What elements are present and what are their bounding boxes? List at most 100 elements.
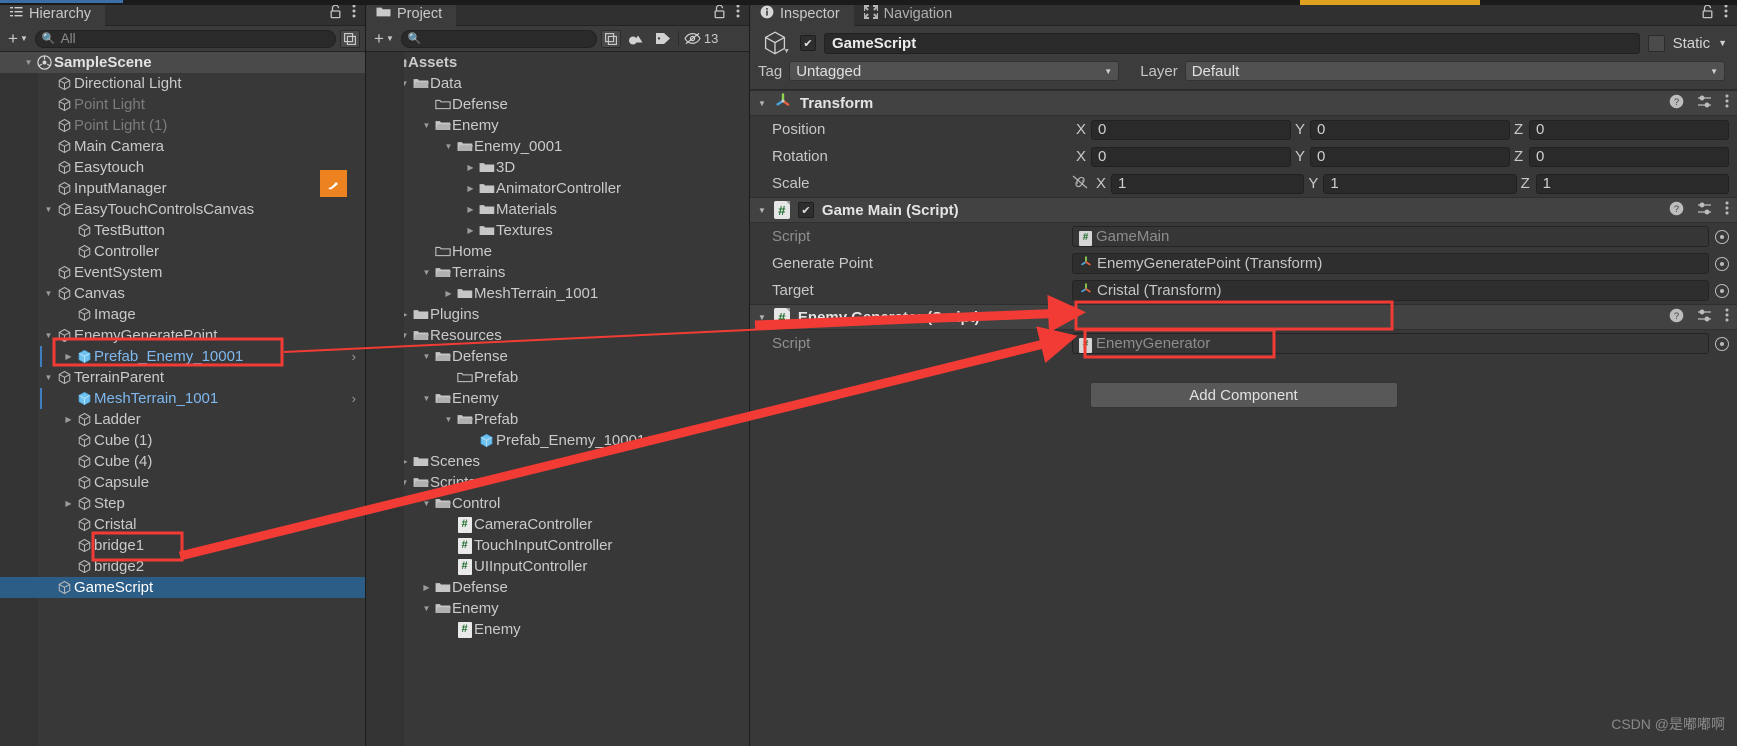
vector3-field[interactable]: X0Y0Z0 bbox=[1072, 119, 1729, 140]
project-item-scripts[interactable]: ▼ Scripts bbox=[366, 472, 749, 493]
help-icon[interactable]: ? bbox=[1669, 308, 1684, 327]
tag-dropdown[interactable]: Untagged ▼ bbox=[789, 61, 1120, 81]
lock-icon[interactable] bbox=[329, 4, 342, 22]
project-item-cameracontroller[interactable]: # CameraController bbox=[366, 514, 749, 535]
object-picker-icon[interactable] bbox=[1715, 283, 1729, 298]
help-icon[interactable]: ? bbox=[1669, 94, 1684, 113]
expand-arrow-icon[interactable]: ▼ bbox=[42, 331, 55, 340]
project-item-animatorcontroller[interactable]: ▶ AnimatorController bbox=[366, 178, 749, 199]
project-filter-label-button[interactable] bbox=[652, 30, 674, 48]
expand-arrow-icon[interactable]: ▶ bbox=[442, 289, 455, 298]
hierarchy-item-samplescene[interactable]: ▼ SampleScene bbox=[0, 52, 365, 73]
project-item-control[interactable]: ▼ Control bbox=[366, 493, 749, 514]
object-reference-field[interactable]: # GameMain bbox=[1072, 226, 1709, 247]
y-input[interactable]: 0 bbox=[1310, 146, 1510, 167]
expand-arrow-icon[interactable]: ▶ bbox=[464, 205, 477, 214]
hierarchy-item-image[interactable]: Image bbox=[0, 304, 365, 325]
tab-inspector[interactable]: Inspector bbox=[750, 2, 854, 26]
inspector-menu-icon[interactable] bbox=[1724, 4, 1728, 21]
project-item-enemy[interactable]: ▼ Enemy bbox=[366, 115, 749, 136]
x-input[interactable]: 1 bbox=[1111, 173, 1305, 194]
component-enabled-checkbox[interactable] bbox=[797, 202, 814, 218]
tab-project[interactable]: Project bbox=[366, 2, 457, 26]
hierarchy-item-main-camera[interactable]: Main Camera bbox=[0, 136, 365, 157]
component-menu-icon[interactable] bbox=[1725, 201, 1729, 219]
project-item-scenes[interactable]: ▶ Scenes bbox=[366, 451, 749, 472]
vector3-field[interactable]: X1Y1Z1 bbox=[1092, 173, 1729, 194]
expand-arrow-icon[interactable]: ▼ bbox=[22, 58, 35, 67]
expand-arrow-icon[interactable]: ▼ bbox=[420, 268, 433, 277]
hierarchy-item-cristal[interactable]: Cristal bbox=[0, 514, 365, 535]
collapse-arrow-icon[interactable]: ▼ bbox=[758, 313, 766, 322]
hierarchy-item-easytouchcontrolscanvas[interactable]: ▼ EasyTouchControlsCanvas bbox=[0, 199, 365, 220]
preset-icon[interactable] bbox=[1697, 308, 1712, 327]
constrain-proportions-off-icon[interactable] bbox=[1072, 175, 1088, 193]
expand-arrow-icon[interactable]: ▶ bbox=[464, 226, 477, 235]
project-item-uiinputcontroller[interactable]: # UIInputController bbox=[366, 556, 749, 577]
project-item-enemy[interactable]: # Enemy bbox=[366, 619, 749, 640]
hierarchy-item-prefab-enemy-10001[interactable]: ▶ Prefab_Enemy_10001 › bbox=[0, 346, 365, 367]
project-item-resources[interactable]: ▼ Resources bbox=[366, 325, 749, 346]
expand-arrow-icon[interactable]: ▼ bbox=[420, 352, 433, 361]
component-menu-icon[interactable] bbox=[1725, 94, 1729, 112]
expand-arrow-icon[interactable]: ▶ bbox=[464, 163, 477, 172]
hierarchy-item-canvas[interactable]: ▼ Canvas bbox=[0, 283, 365, 304]
project-search-input[interactable]: 🔍 bbox=[400, 29, 597, 48]
project-item-materials[interactable]: ▶ Materials bbox=[366, 199, 749, 220]
expand-arrow-icon[interactable]: ▼ bbox=[42, 373, 55, 382]
project-filter-type-button[interactable] bbox=[625, 30, 648, 48]
hierarchy-search-input[interactable]: 🔍 All bbox=[34, 29, 336, 48]
component-header-enemy-generator-script[interactable]: ▼ # Enemy Generator (Script)? bbox=[750, 304, 1737, 330]
hierarchy-item-meshterrain-1001[interactable]: MeshTerrain_1001 › bbox=[0, 388, 365, 409]
project-item-meshterrain-1001[interactable]: ▶ MeshTerrain_1001 bbox=[366, 283, 749, 304]
hierarchy-item-point-light[interactable]: Point Light bbox=[0, 94, 365, 115]
hidden-objects-badge[interactable]: 13 bbox=[677, 31, 723, 46]
z-input[interactable]: 0 bbox=[1529, 119, 1729, 140]
help-icon[interactable]: ? bbox=[1669, 201, 1684, 220]
hierarchy-item-eventsystem[interactable]: EventSystem bbox=[0, 262, 365, 283]
hierarchy-item-bridge1[interactable]: bridge1 bbox=[0, 535, 365, 556]
prefab-open-icon[interactable]: › bbox=[352, 349, 365, 364]
project-item-data[interactable]: ▼ Data bbox=[366, 73, 749, 94]
prefab-open-icon[interactable]: › bbox=[352, 391, 365, 406]
project-search-filter-button[interactable] bbox=[600, 29, 621, 48]
object-enabled-checkbox[interactable] bbox=[800, 35, 816, 51]
project-item-textures[interactable]: ▶ Textures bbox=[366, 220, 749, 241]
project-item-home[interactable]: Home bbox=[366, 241, 749, 262]
lock-icon[interactable] bbox=[713, 4, 726, 22]
hierarchy-item-step[interactable]: ▶ Step bbox=[0, 493, 365, 514]
component-header-game-main-script[interactable]: ▼ # Game Main (Script)? bbox=[750, 197, 1737, 223]
component-menu-icon[interactable] bbox=[1725, 308, 1729, 326]
chevron-down-icon[interactable]: ▼ bbox=[783, 48, 790, 55]
project-item-3d[interactable]: ▶ 3D bbox=[366, 157, 749, 178]
expand-arrow-icon[interactable]: ▶ bbox=[62, 352, 75, 361]
expand-arrow-icon[interactable]: ▶ bbox=[464, 184, 477, 193]
expand-arrow-icon[interactable]: ▼ bbox=[42, 205, 55, 214]
expand-arrow-icon[interactable]: ▶ bbox=[420, 583, 433, 592]
project-item-plugins[interactable]: ▶ Plugins bbox=[366, 304, 749, 325]
project-item-prefab[interactable]: ▼ Prefab bbox=[366, 409, 749, 430]
project-item-assets[interactable]: ▼Assets bbox=[366, 52, 749, 73]
x-input[interactable]: 0 bbox=[1091, 146, 1291, 167]
hierarchy-item-ladder[interactable]: ▶ Ladder bbox=[0, 409, 365, 430]
hierarchy-item-cube-1[interactable]: Cube (1) bbox=[0, 430, 365, 451]
hierarchy-item-capsule[interactable]: Capsule bbox=[0, 472, 365, 493]
y-input[interactable]: 1 bbox=[1323, 173, 1517, 194]
hierarchy-item-gamescript[interactable]: GameScript bbox=[0, 577, 365, 598]
expand-arrow-icon[interactable]: ▼ bbox=[420, 499, 433, 508]
expand-arrow-icon[interactable]: ▶ bbox=[62, 499, 75, 508]
project-item-enemy[interactable]: ▼ Enemy bbox=[366, 388, 749, 409]
expand-arrow-icon[interactable]: ▼ bbox=[420, 394, 433, 403]
object-picker-icon[interactable] bbox=[1715, 229, 1729, 244]
object-reference-field[interactable]: EnemyGeneratePoint (Transform) bbox=[1072, 253, 1709, 274]
expand-arrow-icon[interactable]: ▼ bbox=[420, 121, 433, 130]
static-dropdown-icon[interactable]: ▼ bbox=[1718, 38, 1729, 48]
expand-arrow-icon[interactable]: ▼ bbox=[42, 289, 55, 298]
tab-hierarchy[interactable]: Hierarchy bbox=[0, 0, 106, 26]
hierarchy-item-testbutton[interactable]: TestButton bbox=[0, 220, 365, 241]
object-name-input[interactable]: GameScript bbox=[824, 32, 1640, 54]
hierarchy-item-bridge2[interactable]: bridge2 bbox=[0, 556, 365, 577]
vector3-field[interactable]: X0Y0Z0 bbox=[1072, 146, 1729, 167]
expand-arrow-icon[interactable]: ▼ bbox=[442, 415, 455, 424]
z-input[interactable]: 0 bbox=[1529, 146, 1729, 167]
